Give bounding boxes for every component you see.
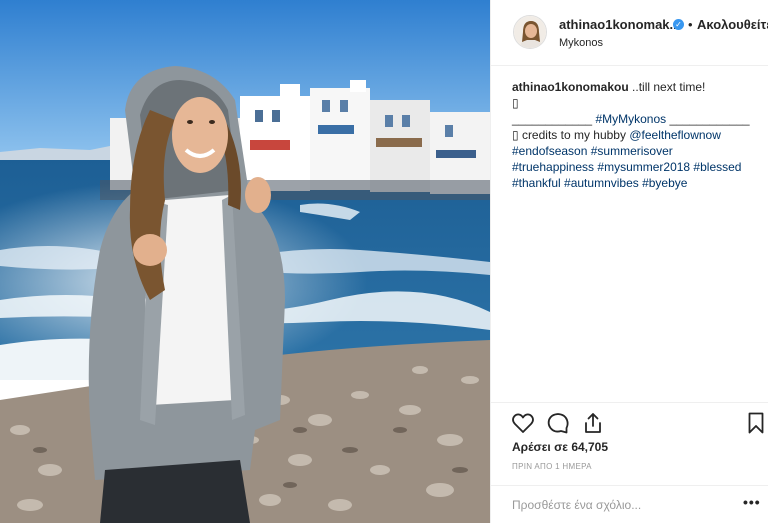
- post-header: athinao1konomak... ✓ • Ακολουθείτε Mykon…: [491, 0, 768, 66]
- caption-underline-right: ____________: [669, 112, 750, 126]
- comment-input[interactable]: [512, 496, 732, 514]
- bookmark-icon[interactable]: [744, 411, 768, 435]
- hashtag-line[interactable]: #endofseason #summerisover: [512, 143, 762, 159]
- comment-icon[interactable]: [546, 411, 570, 435]
- mention-link[interactable]: @feeltheflownow: [629, 128, 721, 142]
- avatar[interactable]: [513, 15, 547, 49]
- separator-dot: •: [688, 17, 693, 32]
- location-link[interactable]: Mykonos: [559, 37, 603, 49]
- post-side-panel: athinao1konomak... ✓ • Ακολουθείτε Mykon…: [490, 0, 768, 523]
- heart-icon[interactable]: [511, 411, 535, 435]
- action-bar: [491, 402, 768, 442]
- caption-credits: ▯ credits to my hubby: [512, 128, 626, 142]
- caption-line-2: ▯: [512, 96, 519, 110]
- post-photo-image: [0, 0, 490, 523]
- verified-check-icon: ✓: [673, 19, 684, 30]
- hashtag-line[interactable]: #thankful #autumnvibes #byebye: [512, 175, 762, 191]
- share-icon[interactable]: [581, 411, 605, 435]
- more-options-icon[interactable]: •••: [743, 494, 761, 510]
- hashtag-link[interactable]: #MyMykonos: [595, 112, 666, 126]
- post-photo[interactable]: [0, 0, 490, 523]
- hashtag-line[interactable]: #truehappiness #mysummer2018 #blessed: [512, 159, 762, 175]
- likes-count[interactable]: Αρέσει σε 64,705: [512, 440, 608, 454]
- caption-underline-left: ____________: [512, 112, 593, 126]
- header-username[interactable]: athinao1konomak...: [559, 17, 680, 32]
- post-timestamp: ΠΡΙΝ ΑΠΟ 1 ΗΜΕΡΑ: [512, 462, 592, 471]
- post-caption: athinao1konomakou ..till next time! ▯ __…: [512, 79, 762, 191]
- comment-bar: •••: [491, 485, 768, 523]
- caption-username[interactable]: athinao1konomakou: [512, 80, 629, 94]
- caption-text: ..till next time!: [632, 80, 706, 94]
- following-button[interactable]: Ακολουθείτε: [697, 17, 768, 32]
